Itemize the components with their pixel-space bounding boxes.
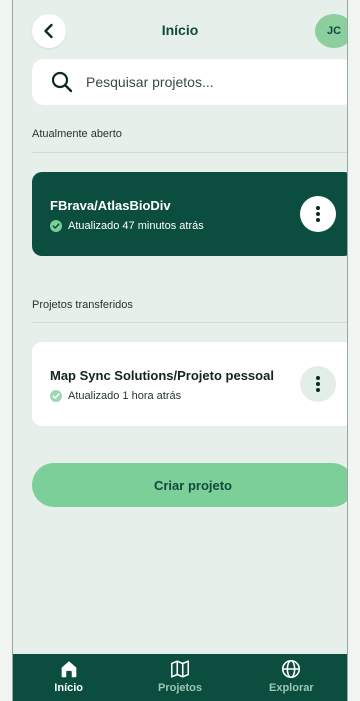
check-circle-icon [50, 390, 62, 402]
search-bar[interactable] [32, 59, 347, 105]
project-name: FBrava/AtlasBioDiv [50, 198, 171, 213]
project-status: Atualizado 1 hora atrás [50, 390, 181, 402]
avatar[interactable]: JC [315, 14, 347, 48]
app-header: Início JC [13, 0, 347, 60]
home-screen: Início JC Atualmente aberto FBrava/Atlas… [13, 0, 347, 701]
bottom-nav: Início Projetos Explorar [13, 654, 347, 701]
home-icon [61, 661, 76, 678]
more-vertical-icon [316, 206, 320, 222]
status-text: Atualizado 1 hora atrás [68, 390, 182, 402]
nav-item-projects[interactable]: Projetos [124, 654, 235, 701]
section-label-open: Atualmente aberto [32, 128, 122, 140]
more-vertical-icon [316, 376, 320, 392]
section-label-transferred: Projetos transferidos [32, 299, 133, 311]
nav-label-projects: Projetos [157, 682, 202, 694]
app-frame: Início JC Atualmente aberto FBrava/Atlas… [12, 0, 348, 701]
project-name: Map Sync Solutions/Projeto pessoal [50, 368, 274, 383]
globe-icon [282, 659, 301, 679]
map-icon [170, 660, 190, 678]
search-input[interactable] [86, 74, 347, 90]
status-text: Atualizado 47 minutos atrás [68, 220, 204, 232]
check-circle-icon [50, 220, 62, 232]
create-project-button[interactable]: Criar projeto [32, 463, 347, 507]
open-project-card[interactable]: FBrava/AtlasBioDiv Atualizado 47 minutos… [32, 172, 347, 256]
page-title: Início [161, 22, 199, 38]
nav-label-home: Início [54, 682, 84, 694]
nav-item-home[interactable]: Início [13, 654, 124, 701]
divider [32, 322, 347, 323]
project-menu-button[interactable] [300, 196, 336, 232]
nav-label-explore: Explorar [269, 682, 314, 694]
nav-item-explore[interactable]: Explorar [236, 654, 347, 701]
transferred-project-card[interactable]: Map Sync Solutions/Projeto pessoal Atual… [32, 342, 347, 426]
divider [32, 152, 347, 153]
project-status: Atualizado 47 minutos atrás [50, 220, 204, 232]
search-icon [51, 71, 73, 93]
project-menu-button[interactable] [300, 366, 336, 402]
